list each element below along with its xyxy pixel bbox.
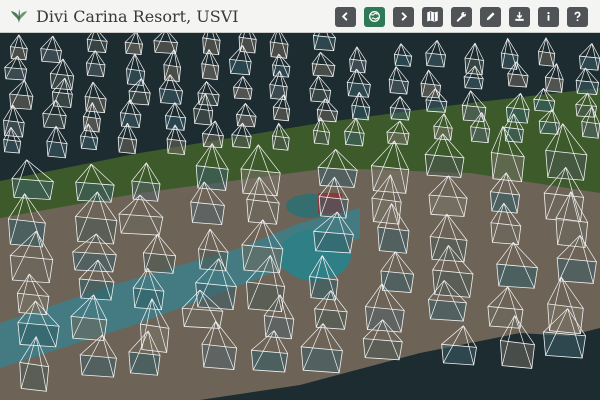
edit-button[interactable] — [480, 6, 501, 27]
forward-button[interactable] — [393, 6, 414, 27]
globe-view-button[interactable] — [364, 6, 385, 27]
arrow-left-icon — [341, 12, 348, 21]
info-button[interactable] — [538, 6, 559, 27]
camera-frame — [40, 48, 62, 64]
camera-frame — [19, 361, 50, 392]
camera-frame — [364, 306, 405, 333]
camera-frame — [380, 270, 415, 293]
camera-frame — [8, 218, 46, 248]
3d-viewport[interactable] — [0, 33, 600, 400]
point-cloud-scene[interactable] — [0, 33, 600, 400]
toolbar-buttons — [335, 0, 600, 33]
camera-frame — [181, 307, 224, 329]
camera-frame — [271, 135, 290, 151]
tools-button[interactable] — [451, 6, 472, 27]
map-button[interactable] — [422, 6, 443, 27]
camera-frame — [501, 52, 519, 70]
camera-frame — [201, 343, 238, 370]
camera-frame — [545, 149, 588, 181]
globe-icon — [369, 11, 380, 22]
camera-frame — [424, 154, 465, 178]
camera-frame — [198, 248, 229, 272]
camera-frame — [420, 82, 442, 99]
map-icon — [427, 11, 438, 22]
back-button[interactable] — [335, 6, 356, 27]
camera-frame — [75, 181, 115, 203]
camera-frame — [272, 64, 291, 78]
camera-frame — [86, 38, 108, 53]
page-title: Divi Carina Resort, USVI — [36, 6, 239, 26]
camera-frame — [377, 226, 410, 254]
camera-frame — [317, 166, 358, 188]
camera-frame — [195, 282, 237, 311]
download-icon — [515, 11, 524, 21]
camera-frame — [313, 230, 354, 254]
camera-frame — [190, 201, 225, 226]
camera-frame — [490, 222, 522, 245]
wrench-icon — [456, 12, 467, 22]
camera-frame — [496, 263, 538, 289]
camera-frame — [84, 96, 107, 114]
camera-frame — [499, 340, 535, 369]
camera-frame — [393, 53, 413, 67]
top-toolbar: Divi Carina Resort, USVI — [0, 0, 600, 33]
info-icon — [547, 11, 550, 21]
camera-frame — [575, 80, 600, 95]
camera-frame — [432, 269, 474, 298]
camera-frame — [240, 168, 281, 197]
camera-frame — [543, 331, 587, 359]
download-button[interactable] — [509, 6, 530, 27]
camera-frame — [311, 63, 336, 77]
camera-frame — [312, 34, 336, 52]
arrow-right-icon — [401, 12, 408, 21]
camera-frame — [428, 299, 467, 322]
camera-frame — [386, 131, 410, 145]
camera-frame — [17, 322, 60, 348]
pencil-icon — [486, 12, 495, 21]
camera-frame — [11, 178, 54, 200]
help-button[interactable] — [567, 6, 588, 27]
camera-frame — [139, 323, 170, 353]
camera-frame — [79, 354, 117, 378]
help-icon — [574, 11, 581, 22]
camera-frame — [388, 79, 409, 95]
camera-frame — [547, 303, 584, 335]
leaf-logo-icon — [6, 3, 32, 29]
